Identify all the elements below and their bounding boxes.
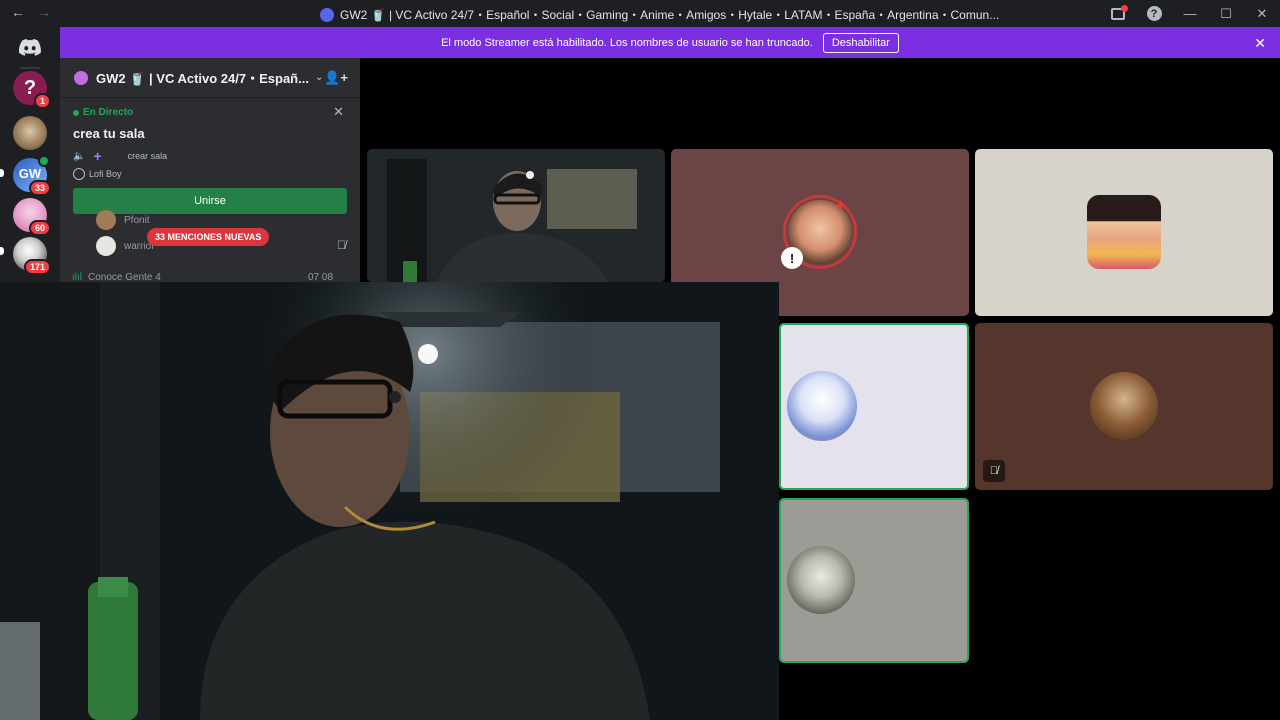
live-tag: En Directo — [73, 107, 133, 118]
server-icon-cat[interactable] — [13, 116, 47, 150]
app-window: ← → GW2 🥤 | VC Activo 24/7・Español・Socia… — [0, 0, 1280, 720]
close-window-button[interactable]: ✕ — [1244, 0, 1280, 27]
help-icon: ? — [1146, 6, 1162, 21]
mic-muted-icon: 🎙̸ — [337, 238, 346, 252]
unread-badge: 1 — [33, 93, 51, 109]
inbox-button[interactable] — [1100, 0, 1136, 27]
live-tag-label: En Directo — [83, 107, 134, 118]
unread-server-pill — [0, 247, 4, 255]
camera-tile-small[interactable] — [367, 149, 665, 282]
voice-members: Pfonit warrior 33 MENCIONES NUEVAS 🎙̸ ıl… — [60, 210, 360, 282]
participant-tile[interactable]: 🎙̸ — [975, 323, 1273, 490]
live-channel-row: 🔈 + crear sala — [73, 148, 167, 164]
avatar — [96, 210, 116, 230]
avatar — [1087, 195, 1161, 269]
live-title: crea tu sala — [73, 126, 145, 141]
voice-activity-icon: ılıl — [72, 272, 82, 282]
participant-tile[interactable] — [975, 149, 1273, 316]
voice-indicator-icon — [38, 155, 50, 167]
unread-badge: 171 — [23, 259, 51, 275]
server-icon-gw[interactable]: GW 33 — [13, 155, 51, 196]
server-badge-icon — [74, 70, 88, 85]
avatar — [96, 236, 116, 256]
voice-channel-label: Conoce Gente 4 — [88, 272, 161, 282]
chevron-down-icon: ⌄ — [314, 72, 324, 83]
window-title-text: GW2 🥤 | VC Activo 24/7・Español・Social・Ga… — [340, 8, 1000, 22]
inbox-icon — [1111, 4, 1128, 20]
server-header[interactable]: GW2 🥤 | VC Activo 24/7・Españ... ⌄ 👤+ — [60, 58, 360, 98]
new-mentions-pill[interactable]: 33 MENCIONES NUEVAS — [147, 228, 270, 246]
channel-sidebar: GW2 🥤 | VC Activo 24/7・Españ... ⌄ 👤+ En … — [60, 58, 360, 282]
selected-server-pill — [0, 169, 4, 177]
server-icon-pink[interactable]: 60 — [13, 198, 51, 236]
plus-icon: + — [93, 148, 102, 164]
discord-home-button[interactable] — [14, 33, 46, 61]
live-channel-label: crear sala — [127, 151, 168, 161]
member-row[interactable]: warrior — [96, 236, 155, 256]
title-bar: ← → GW2 🥤 | VC Activo 24/7・Español・Socia… — [0, 0, 1280, 27]
close-icon[interactable]: ✕ — [333, 104, 344, 120]
server-rail: ? 1 GW 33 60 171 — [0, 27, 60, 282]
alert-icon: ! — [781, 247, 803, 269]
activity-label: Lofi Boy — [89, 169, 122, 179]
unread-badge: 60 — [28, 220, 51, 236]
back-arrow-icon[interactable]: ← — [10, 4, 26, 20]
live-dot-icon — [73, 109, 79, 116]
forward-arrow-icon[interactable]: → — [36, 4, 52, 20]
anger-emoji-icon: ✦ — [834, 198, 848, 215]
rail-separator — [20, 67, 40, 69]
disable-streamer-mode-button[interactable]: Deshabilitar — [822, 32, 899, 53]
server-icon-question[interactable]: ? 1 — [13, 71, 51, 109]
live-activity: Lofi Boy — [73, 168, 122, 180]
live-stage-card: En Directo ✕ crea tu sala 🔈 + crear sala… — [60, 98, 360, 216]
maximize-button[interactable]: ☐ — [1208, 0, 1244, 27]
avatar — [1090, 372, 1158, 440]
minimize-button[interactable]: — — [1172, 0, 1208, 27]
server-name: GW2 🥤 | VC Activo 24/7・Españ... — [96, 71, 309, 86]
invite-people-icon[interactable]: 👤+ — [324, 70, 348, 86]
camera-feed-image — [367, 149, 665, 282]
mic-muted-icon: 🎙̸ — [983, 460, 1005, 482]
server-icon-anime[interactable]: 171 — [13, 237, 51, 275]
avatar — [787, 371, 857, 441]
participant-tile-speaking[interactable] — [779, 498, 969, 663]
nav-buttons: ← → — [10, 4, 52, 20]
banner-close-icon[interactable]: ✕ — [1254, 35, 1266, 52]
discord-icon — [19, 38, 41, 56]
avatar — [787, 546, 855, 614]
streamer-mode-banner: El modo Streamer está habilitado. Los no… — [60, 27, 1280, 58]
window-controls: ? — ☐ ✕ — [1100, 0, 1280, 27]
speaker-icon: 🔈 — [73, 150, 86, 162]
member-name: Pfonit — [124, 214, 150, 226]
unread-badge: 33 — [28, 180, 51, 196]
window-title: GW2 🥤 | VC Activo 24/7・Español・Social・Ga… — [320, 6, 999, 23]
camera-feed-image — [0, 282, 779, 720]
banner-message: El modo Streamer está habilitado. Los no… — [441, 36, 813, 49]
main-camera-feed[interactable] — [0, 282, 779, 720]
activity-icon — [73, 168, 85, 180]
member-row[interactable]: Pfonit — [96, 210, 150, 230]
server-icon — [320, 7, 334, 22]
voice-channel-count: 07 08 — [308, 272, 334, 282]
participant-tile-speaking[interactable] — [779, 323, 969, 490]
help-button[interactable]: ? — [1136, 0, 1172, 27]
voice-channel-row[interactable]: ılıl Conoce Gente 4 07 08 — [72, 272, 333, 282]
